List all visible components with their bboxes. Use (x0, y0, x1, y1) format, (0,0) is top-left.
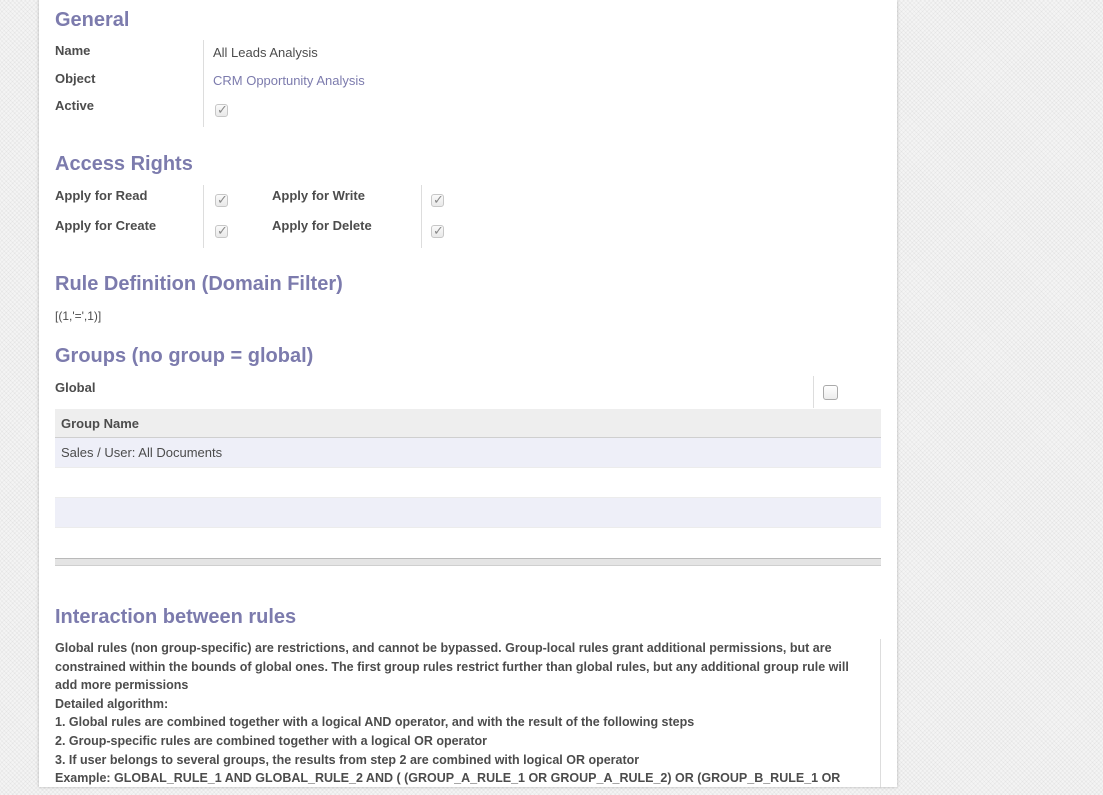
global-label: Global (55, 380, 96, 395)
name-label: Name (55, 43, 91, 58)
label-divider (203, 185, 204, 248)
interaction-heading: Interaction between rules (55, 606, 297, 628)
table-footer (55, 558, 881, 566)
global-checkbox[interactable] (823, 385, 838, 400)
table-row-empty (55, 468, 881, 498)
table-row-empty (55, 498, 881, 528)
apply-read-label: Apply for Read (55, 188, 148, 203)
active-checkbox[interactable]: ✓ (215, 102, 228, 117)
checkmark-icon: ✓ (433, 223, 444, 238)
apply-write-label: Apply for Write (272, 188, 365, 203)
checkmark-icon: ✓ (217, 192, 228, 207)
apply-write-checkbox[interactable]: ✓ (431, 192, 444, 207)
table-row-empty (55, 528, 881, 558)
active-label: Active (55, 98, 95, 113)
checkmark-icon: ✓ (217, 223, 228, 238)
domain-filter-field[interactable]: [(1,'=',1)] (55, 309, 101, 323)
interaction-help-text: Global rules (non group-specific) are re… (55, 639, 867, 787)
name-field[interactable]: All Leads Analysis (213, 45, 318, 60)
table-row[interactable]: Sales / User: All Documents (55, 438, 881, 468)
access-rights-heading: Access Rights (55, 153, 193, 175)
help-paragraph: 2. Group-specific rules are combined tog… (55, 733, 488, 748)
note-divider (880, 639, 881, 787)
groups-table: Group Name Sales / User: All Documents (55, 409, 881, 566)
apply-create-label: Apply for Create (55, 218, 157, 233)
checkmark-icon: ✓ (433, 192, 444, 207)
groups-heading: Groups (no group = global) (55, 345, 314, 367)
help-paragraph: 3. If user belongs to several groups, th… (55, 752, 640, 767)
apply-read-checkbox[interactable]: ✓ (215, 192, 228, 207)
object-link[interactable]: CRM Opportunity Analysis (213, 73, 365, 88)
object-label: Object (55, 71, 96, 86)
label-divider (421, 185, 422, 248)
help-paragraph: 1. Global rules are combined together wi… (55, 715, 695, 730)
column-header-group-name[interactable]: Group Name (55, 409, 881, 438)
general-heading: General (55, 9, 130, 31)
label-divider (813, 376, 814, 408)
help-paragraph: Detailed algorithm: (55, 696, 169, 711)
help-paragraph: Example: GLOBAL_RULE_1 AND GLOBAL_RULE_2… (55, 771, 841, 786)
form-sheet: General Name All Leads Analysis Object C… (39, 0, 897, 787)
help-paragraph: Global rules (non group-specific) are re… (55, 641, 849, 693)
apply-delete-checkbox[interactable]: ✓ (431, 223, 444, 238)
apply-delete-label: Apply for Delete (272, 218, 372, 233)
apply-create-checkbox[interactable]: ✓ (215, 223, 228, 238)
rule-definition-heading: Rule Definition (Domain Filter) (55, 273, 343, 295)
label-divider (203, 40, 204, 127)
checkmark-icon: ✓ (217, 102, 228, 117)
